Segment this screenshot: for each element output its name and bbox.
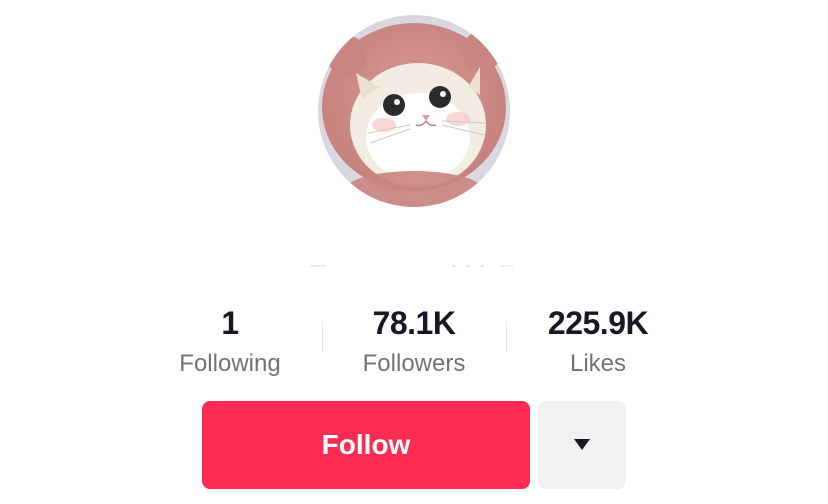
likes-label: Likes bbox=[569, 350, 627, 377]
follow-button[interactable]: Follow bbox=[202, 401, 530, 489]
profile-stats: 1 Following 78.1K Followers 225.9K Likes bbox=[138, 300, 690, 380]
cat-avatar-image bbox=[318, 15, 510, 207]
stat-divider bbox=[506, 322, 507, 352]
username-placeholder bbox=[310, 264, 514, 268]
stat-divider bbox=[322, 322, 323, 352]
likes-count: 225.9K bbox=[547, 305, 649, 341]
stat-following[interactable]: 1 Following bbox=[138, 300, 322, 380]
followers-count: 78.1K bbox=[372, 305, 456, 341]
following-count: 1 bbox=[221, 305, 239, 341]
followers-label: Followers bbox=[362, 350, 466, 377]
profile-avatar[interactable] bbox=[318, 15, 510, 207]
stat-likes[interactable]: 225.9K Likes bbox=[506, 300, 690, 380]
following-label: Following bbox=[179, 350, 281, 377]
stat-followers[interactable]: 78.1K Followers bbox=[322, 300, 506, 380]
caret-down-icon bbox=[574, 439, 590, 450]
more-options-button[interactable] bbox=[538, 401, 626, 489]
